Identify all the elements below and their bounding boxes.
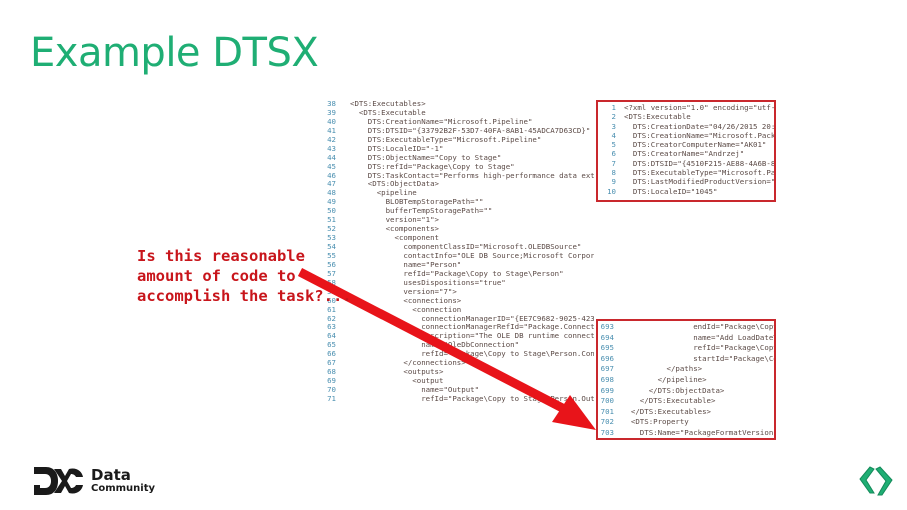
question-line: Is this reasonable — [137, 247, 305, 265]
code-brackets-icon — [859, 466, 893, 496]
question-line: accomplish the task?... — [137, 287, 352, 305]
arrow-head — [552, 395, 596, 430]
data-community-logo: Data Community — [32, 465, 155, 497]
left-bracket — [859, 466, 875, 494]
logo-text-data: Data — [91, 466, 131, 484]
logo-text-community: Community — [91, 483, 156, 494]
right-bracket — [875, 466, 893, 496]
question-annotation: Is this reasonable amount of code to acc… — [137, 246, 352, 306]
question-line: amount of code to — [137, 267, 296, 285]
dc-logo-icon — [34, 467, 83, 495]
